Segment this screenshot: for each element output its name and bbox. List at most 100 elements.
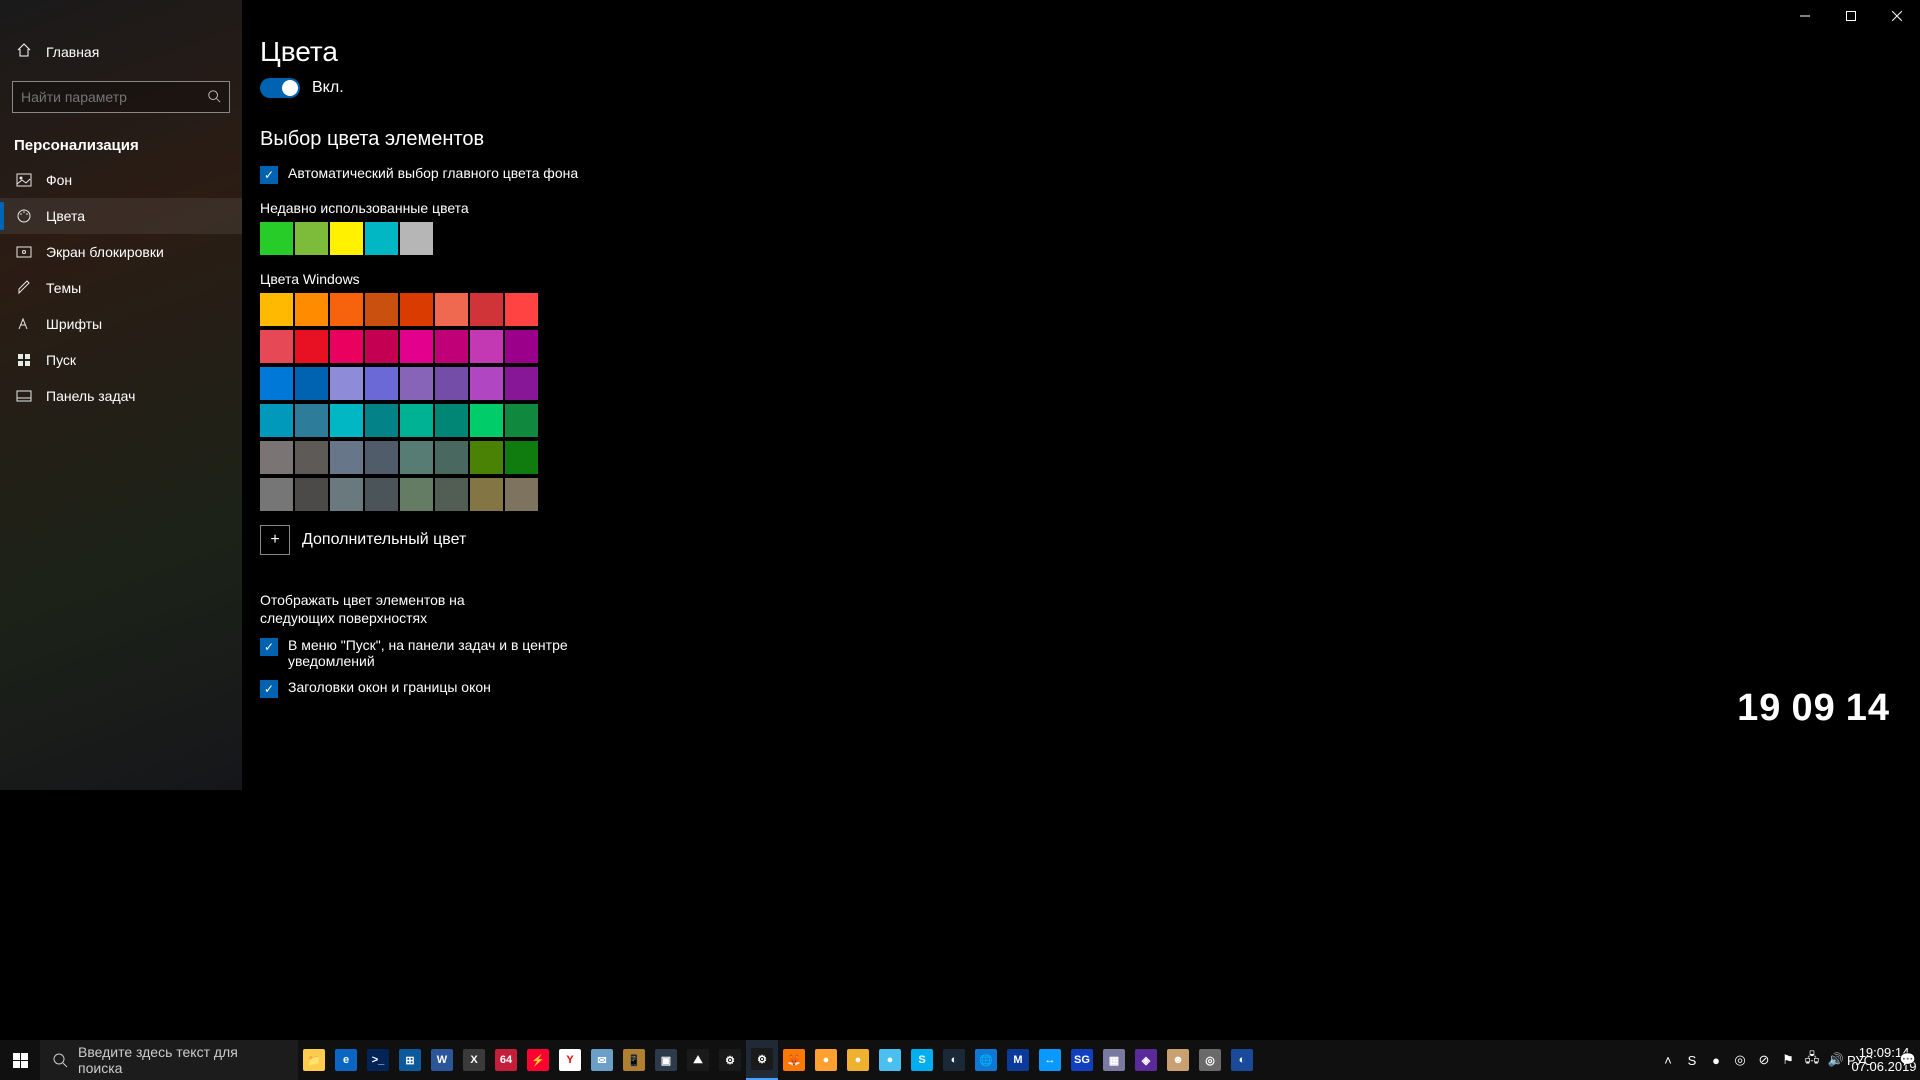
color-swatch[interactable] — [260, 441, 293, 474]
color-swatch[interactable] — [400, 478, 433, 511]
surface-start-checkbox[interactable]: ✓ — [260, 638, 278, 656]
color-swatch[interactable] — [470, 404, 503, 437]
color-swatch[interactable] — [505, 441, 538, 474]
taskbar-app-settings[interactable]: ⚙ — [746, 1040, 778, 1080]
color-swatch[interactable] — [470, 441, 503, 474]
sidebar-item-lock[interactable]: Экран блокировки — [0, 234, 242, 270]
surface-start-row[interactable]: ✓ В меню "Пуск", на панели задач и в цен… — [260, 637, 580, 669]
color-swatch[interactable] — [330, 404, 363, 437]
taskbar-app-app-blue2[interactable]: ◐ — [1226, 1040, 1258, 1080]
color-swatch[interactable] — [435, 367, 468, 400]
color-swatch[interactable] — [400, 367, 433, 400]
transparency-toggle[interactable] — [260, 78, 300, 98]
surface-titlebar-checkbox[interactable]: ✓ — [260, 680, 278, 698]
taskbar-app-globe[interactable]: 🌐 — [970, 1040, 1002, 1080]
color-swatch[interactable] — [330, 293, 363, 326]
color-swatch[interactable] — [400, 441, 433, 474]
taskbar-app-m-app[interactable]: M — [1002, 1040, 1034, 1080]
color-swatch[interactable] — [365, 222, 398, 255]
color-swatch[interactable] — [400, 293, 433, 326]
tray-clock[interactable]: 19:09:1407.06.2019 — [1872, 1040, 1896, 1080]
taskbar-app-mail[interactable]: ✉ — [586, 1040, 618, 1080]
tray-skype-tray[interactable]: S — [1680, 1040, 1704, 1080]
taskbar-app-teamviewer[interactable]: ↔ — [1034, 1040, 1066, 1080]
taskbar-app-photos[interactable]: ⛰ — [682, 1040, 714, 1080]
color-swatch[interactable] — [260, 478, 293, 511]
taskbar-app-yandex[interactable]: Y — [554, 1040, 586, 1080]
color-swatch[interactable] — [295, 478, 328, 511]
taskbar-app-app-pic[interactable]: ▦ — [1098, 1040, 1130, 1080]
taskbar-app-file-explorer[interactable]: 📁 — [298, 1040, 330, 1080]
surface-titlebar-row[interactable]: ✓ Заголовки окон и границы окон — [260, 679, 580, 698]
color-swatch[interactable] — [260, 330, 293, 363]
color-swatch[interactable] — [470, 293, 503, 326]
taskbar-app-app-orange[interactable]: ● — [810, 1040, 842, 1080]
color-swatch[interactable] — [260, 367, 293, 400]
color-swatch[interactable] — [435, 441, 468, 474]
tray-tray-globe[interactable]: ◎ — [1728, 1040, 1752, 1080]
color-swatch[interactable] — [295, 293, 328, 326]
taskbar-app-app-face[interactable]: ☻ — [1162, 1040, 1194, 1080]
color-swatch[interactable] — [470, 478, 503, 511]
color-swatch[interactable] — [295, 441, 328, 474]
search-field[interactable] — [21, 89, 207, 105]
taskbar-app-gear-dark[interactable]: ⚙ — [714, 1040, 746, 1080]
color-swatch[interactable] — [400, 330, 433, 363]
taskbar-app-word[interactable]: W — [426, 1040, 458, 1080]
maximize-button[interactable] — [1828, 0, 1874, 32]
action-center-button[interactable]: 💬 — [1896, 1040, 1920, 1080]
color-swatch[interactable] — [330, 441, 363, 474]
taskbar-app-firefox[interactable]: 🦊 — [778, 1040, 810, 1080]
taskbar-app-store[interactable]: ⊞ — [394, 1040, 426, 1080]
color-swatch[interactable] — [435, 478, 468, 511]
color-swatch[interactable] — [365, 478, 398, 511]
color-swatch[interactable] — [365, 404, 398, 437]
color-swatch[interactable] — [400, 404, 433, 437]
color-swatch[interactable] — [260, 222, 293, 255]
taskbar-app-skype[interactable]: S — [906, 1040, 938, 1080]
color-swatch[interactable] — [505, 367, 538, 400]
color-swatch[interactable] — [295, 222, 328, 255]
custom-color-button[interactable]: + Дополнительный цвет — [260, 525, 1900, 555]
color-swatch[interactable] — [365, 293, 398, 326]
color-swatch[interactable] — [295, 330, 328, 363]
color-swatch[interactable] — [330, 367, 363, 400]
taskbar-app-bolt[interactable]: ⚡ — [522, 1040, 554, 1080]
taskbar-app-app-cyan[interactable]: ● — [874, 1040, 906, 1080]
tray-network[interactable]: 🖧 — [1800, 1040, 1824, 1080]
color-swatch[interactable] — [365, 330, 398, 363]
taskbar-search[interactable]: Введите здесь текст для поиска — [40, 1040, 298, 1080]
taskbar-app-media[interactable]: ▣ — [650, 1040, 682, 1080]
sidebar-item-font[interactable]: Шрифты — [0, 306, 242, 342]
taskbar-app-excel[interactable]: X — [458, 1040, 490, 1080]
taskbar-app-steam[interactable]: ◐ — [938, 1040, 970, 1080]
sidebar-item-image[interactable]: Фон — [0, 162, 242, 198]
color-swatch[interactable] — [330, 478, 363, 511]
minimize-button[interactable] — [1782, 0, 1828, 32]
taskbar-app-aida[interactable]: 64 — [490, 1040, 522, 1080]
color-swatch[interactable] — [435, 404, 468, 437]
color-swatch[interactable] — [295, 404, 328, 437]
home-item[interactable]: Главная — [0, 32, 242, 71]
sidebar-item-start[interactable]: Пуск — [0, 342, 242, 378]
color-swatch[interactable] — [470, 367, 503, 400]
color-swatch[interactable] — [260, 404, 293, 437]
close-button[interactable] — [1874, 0, 1920, 32]
search-input[interactable] — [12, 81, 230, 113]
taskbar-app-powershell[interactable]: >_ — [362, 1040, 394, 1080]
sidebar-item-taskbar[interactable]: Панель задач — [0, 378, 242, 414]
taskbar-app-app-pur[interactable]: ◈ — [1130, 1040, 1162, 1080]
color-swatch[interactable] — [365, 441, 398, 474]
color-swatch[interactable] — [330, 222, 363, 255]
tray-tray-flag[interactable]: ⚑ — [1776, 1040, 1800, 1080]
taskbar-app-phone[interactable]: 📱 — [618, 1040, 650, 1080]
auto-color-row[interactable]: ✓ Автоматический выбор главного цвета фо… — [260, 165, 580, 184]
taskbar-app-chrome[interactable]: ◎ — [1194, 1040, 1226, 1080]
color-swatch[interactable] — [330, 330, 363, 363]
auto-color-checkbox[interactable]: ✓ — [260, 166, 278, 184]
color-swatch[interactable] — [505, 478, 538, 511]
taskbar-app-edge[interactable]: e — [330, 1040, 362, 1080]
taskbar-app-app-sg[interactable]: SG — [1066, 1040, 1098, 1080]
color-swatch[interactable] — [505, 293, 538, 326]
sidebar-item-brush[interactable]: Темы — [0, 270, 242, 306]
